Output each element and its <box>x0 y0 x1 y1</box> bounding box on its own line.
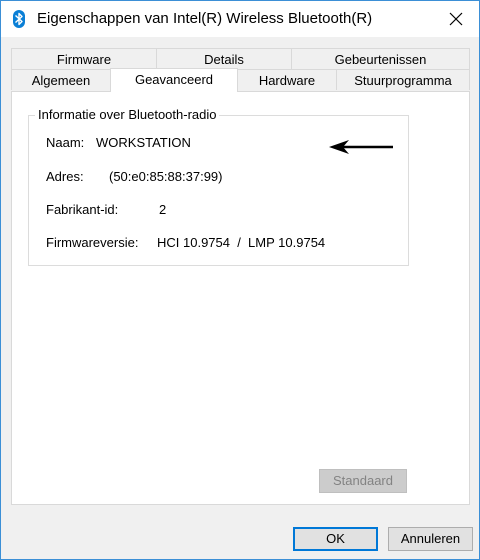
tab-gebeurtenissen[interactable]: Gebeurtenissen <box>291 48 470 69</box>
close-icon <box>449 12 463 26</box>
manufacturer-id-label: Fabrikant-id: <box>46 202 119 217</box>
tab-geavanceerd[interactable]: Geavanceerd <box>110 68 238 92</box>
tab-firmware[interactable]: Firmware <box>11 48 157 69</box>
firmware-version-value: HCI 10.9754 / LMP 10.9754 <box>157 235 326 250</box>
tab-hardware[interactable]: Hardware <box>237 69 337 90</box>
default-button[interactable]: Standaard <box>319 469 407 493</box>
ok-button[interactable]: OK <box>293 527 378 551</box>
manufacturer-id-value: 2 <box>159 202 167 217</box>
title-bar: Eigenschappen van Intel(R) Wireless Blue… <box>1 1 479 37</box>
address-label: Adres: <box>46 169 84 184</box>
tab-panel-geavanceerd: Informatie over Bluetooth-radio Naam: WO… <box>11 91 470 505</box>
group-title: Informatie over Bluetooth-radio <box>35 107 220 122</box>
address-value: (50:e0:85:88:37:99) <box>109 169 223 184</box>
name-value: WORKSTATION <box>96 135 191 150</box>
tab-details[interactable]: Details <box>156 48 292 69</box>
name-label: Naam: <box>46 135 85 150</box>
properties-dialog: Eigenschappen van Intel(R) Wireless Blue… <box>0 0 480 560</box>
cancel-button[interactable]: Annuleren <box>388 527 473 551</box>
bluetooth-radio-info-group: Informatie over Bluetooth-radio Naam: WO… <box>28 107 409 266</box>
firmware-version-label: Firmwareversie: <box>46 235 139 250</box>
arrow-left-icon <box>329 139 395 158</box>
tab-stuurprogramma[interactable]: Stuurprogramma <box>336 69 470 90</box>
tab-algemeen[interactable]: Algemeen <box>11 69 111 90</box>
bluetooth-icon <box>10 10 28 28</box>
close-button[interactable] <box>433 1 479 37</box>
window-title: Eigenschappen van Intel(R) Wireless Blue… <box>37 10 373 27</box>
